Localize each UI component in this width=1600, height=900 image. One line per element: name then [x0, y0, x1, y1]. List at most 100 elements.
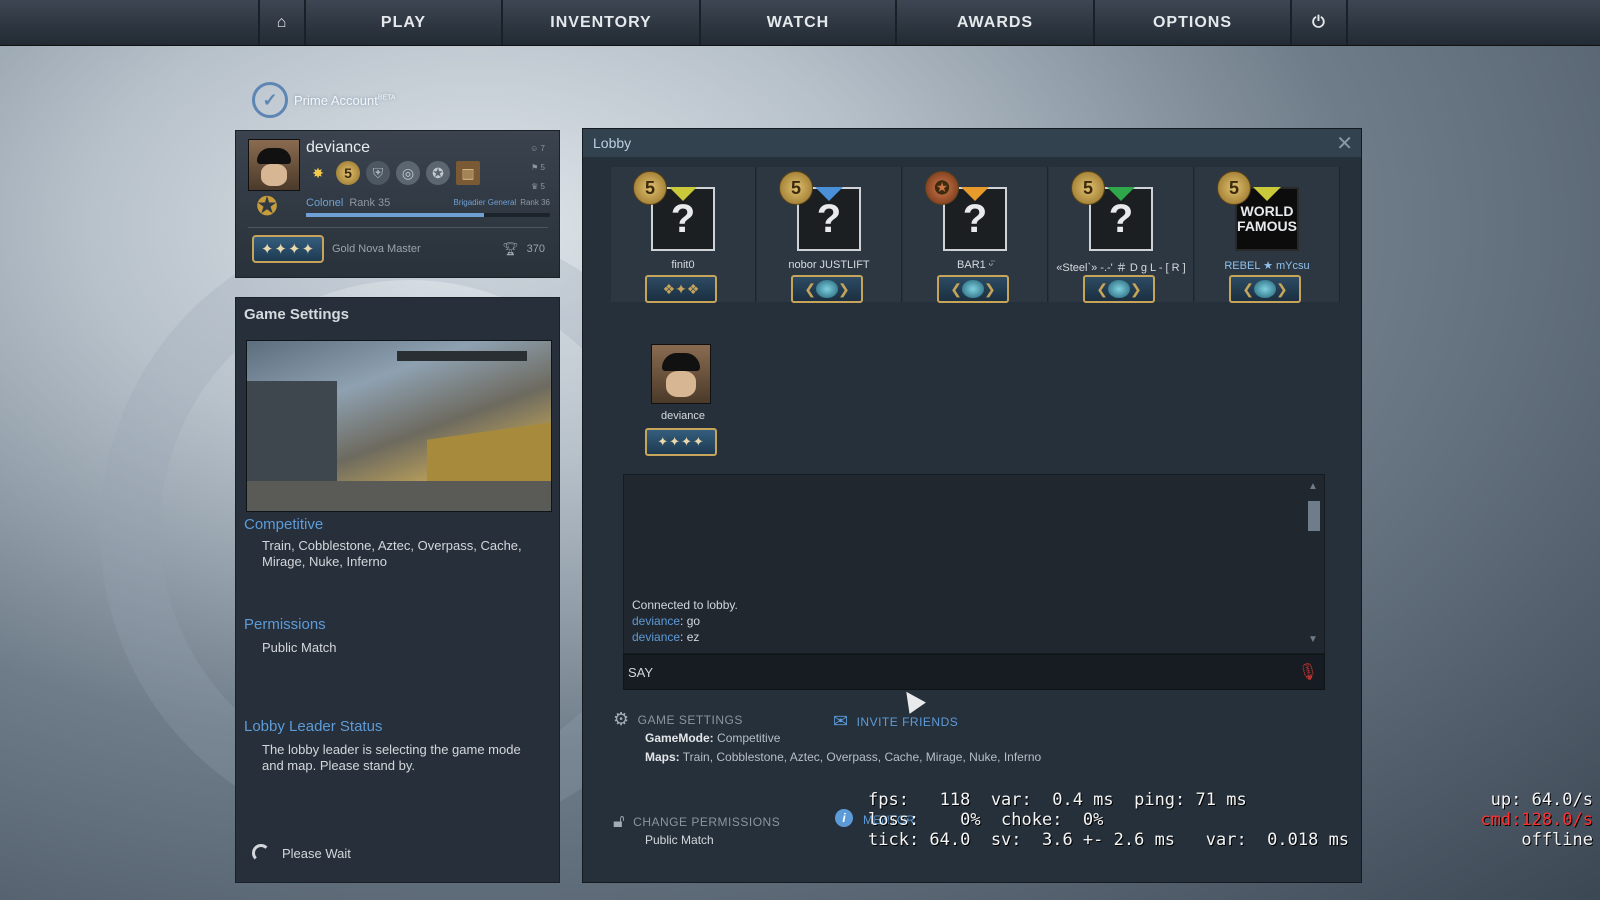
profile-stats: ☺ 7 ⚑ 5 ♛ 5 — [530, 139, 545, 196]
member-name: deviance — [660, 410, 706, 422]
net-up-rate: up: 64.0/s — [1490, 790, 1593, 810]
skill-rank-badge: ❮ ❯ — [1083, 275, 1155, 303]
profile-card: deviance ✸ 5 ⛨ ◎ ✪ ▥ ☺ 7 ⚑ 5 ♛ 5 ✪ Colon… — [235, 130, 560, 278]
rank-label: Rank 35 — [349, 197, 391, 209]
mode-heading: Competitive — [244, 516, 324, 533]
lobby-slot[interactable]: 5 ? «Steel`» -.-' ＃ D g L - [ R ] ❮ ❯ — [1049, 167, 1194, 303]
chat-log[interactable]: Connected to lobby. deviance: go devianc… — [623, 474, 1325, 654]
maps-key: Maps: — [645, 750, 680, 764]
scroll-up-icon[interactable]: ▲ — [1308, 481, 1318, 492]
medal-row: ✸ 5 ⛨ ◎ ✪ ▥ — [306, 161, 480, 185]
skill-group-name: Gold Nova Master — [332, 243, 421, 255]
home-button[interactable]: ⌂ — [258, 0, 306, 45]
leader-count: 5 — [540, 182, 545, 191]
slot-player-name: REBEL ★ mYcsu — [1224, 260, 1310, 272]
scroll-thumb[interactable] — [1308, 501, 1320, 531]
teacher-count: 5 — [540, 163, 545, 172]
map-list: Train, Cobblestone, Aztec, Overpass, Cac… — [262, 538, 522, 569]
please-wait: Please Wait — [252, 844, 351, 862]
lobby-header: Lobby ✕ — [583, 129, 1361, 157]
net-status: offline — [1521, 830, 1593, 850]
service-coin-icon[interactable]: 5 — [336, 161, 360, 185]
nav-inventory[interactable]: INVENTORY — [503, 0, 701, 45]
chat-line: Connected to lobby. — [632, 598, 738, 612]
prime-label: Prime AccountBETA — [294, 92, 396, 108]
nav-play[interactable]: PLAY — [306, 0, 503, 45]
map-coin-icon[interactable]: ▥ — [456, 161, 480, 185]
chat-input[interactable]: SAY 🎙︎ — [623, 654, 1325, 690]
close-icon[interactable]: ✕ — [1336, 131, 1353, 156]
service-coin-icon: 5 — [1071, 171, 1105, 205]
game-settings-button[interactable]: ⚙ GAME SETTINGS — [613, 709, 743, 730]
net-graph-line: fps: 118 var: 0.4 ms ping: 71 ms — [868, 790, 1247, 810]
lobby-title: Lobby — [593, 135, 632, 151]
lobby-slot[interactable]: ✪ ? BAR1 ᵕ̈ ❮ ❯ — [903, 167, 1048, 303]
permissions-heading: Permissions — [244, 616, 326, 633]
shield-medal-icon[interactable]: ⛨ — [366, 161, 390, 185]
globe-medal-icon[interactable]: ◎ — [396, 161, 420, 185]
game-settings-title: Game Settings — [244, 306, 350, 323]
net-graph-line: tick: 64.0 sv: 3.6 +- 2.6 ms var: 0.018 … — [868, 830, 1350, 850]
lobby-slot[interactable]: 5 ? nobor JUSTLIFT ❮ ❯ — [757, 167, 902, 303]
change-permissions-label: CHANGE PERMISSIONS — [633, 814, 781, 829]
chat-author[interactable]: deviance — [632, 614, 680, 628]
net-cmd-rate: cmd:128.0/s — [1480, 810, 1593, 830]
map-preview-image — [246, 340, 552, 512]
player-name: deviance — [306, 139, 371, 156]
operation-coin-icon: ✪ — [925, 171, 959, 205]
prime-account-badge: ✓ Prime AccountBETA — [252, 82, 396, 118]
star-medal-icon[interactable]: ✸ — [306, 161, 330, 185]
chat-scrollbar[interactable]: ▲ ▼ — [1308, 481, 1320, 645]
game-settings-label: GAME SETTINGS — [637, 712, 743, 727]
leader-status-heading: Lobby Leader Status — [244, 718, 383, 735]
trophy-count: 🏆︎ 370 — [502, 241, 545, 257]
skill-rank-badge: ❮ ❯ — [937, 275, 1009, 303]
rank-name: Colonel — [306, 197, 344, 209]
nav-options[interactable]: OPTIONS — [1095, 0, 1292, 45]
slot-player-name: nobor JUSTLIFT — [788, 259, 870, 271]
member-avatar — [651, 344, 711, 404]
member-skill-badge: ✦✦✦✦ — [645, 428, 717, 456]
friendly-icon: ☺ — [530, 144, 541, 153]
slot-player-name: «Steel`» -.-' ＃ D g L - [ R ] — [1056, 262, 1186, 274]
lobby-panel: Lobby ✕ 5 ? finit0 ❖✦❖ 5 ? nobor JUSTLIF… — [582, 128, 1362, 883]
scroll-down-icon[interactable]: ▼ — [1308, 634, 1318, 645]
top-nav: ⌂ PLAY INVENTORY WATCH AWARDS OPTIONS ⏻ — [0, 0, 1600, 46]
gear-icon: ⚙ — [613, 709, 630, 729]
change-permissions-button[interactable]: 🔓︎ CHANGE PERMISSIONS — [613, 811, 780, 832]
power-button[interactable]: ⏻ — [1292, 0, 1348, 45]
teacher-icon: ⚑ — [531, 163, 541, 172]
slot-player-name: finit0 — [671, 259, 695, 271]
info-icon[interactable]: i — [835, 809, 853, 827]
invite-friends-label: INVITE FRIENDS — [856, 714, 959, 729]
divider — [248, 227, 548, 228]
home-icon: ⌂ — [276, 13, 288, 31]
prime-icon: ✓ — [252, 82, 288, 118]
gamemode-value: Competitive — [717, 731, 781, 745]
xp-progress-bar — [306, 213, 550, 217]
lobby-slot[interactable]: 5 WORLD FAMOUS REBEL ★ mYcsu ❮ ❯ — [1195, 167, 1340, 303]
slot-player-name: BAR1 ᵕ̈ — [957, 259, 993, 271]
game-settings-panel: Game Settings Competitive Train, Cobbles… — [235, 297, 560, 883]
lobby-slot[interactable]: 5 ? finit0 ❖✦❖ — [611, 167, 756, 303]
spinner-icon — [252, 844, 270, 862]
chat-author[interactable]: deviance — [632, 630, 680, 644]
avatar[interactable] — [248, 139, 300, 191]
maps-value: Train, Cobblestone, Aztec, Overpass, Cac… — [682, 750, 1042, 764]
next-rank-label: Rank 36 — [520, 198, 550, 207]
service-coin-icon: 5 — [1217, 171, 1251, 205]
skill-rank-badge: ❮ ❯ — [791, 275, 863, 303]
nav-watch[interactable]: WATCH — [701, 0, 897, 45]
skill-group-badge[interactable]: ✦✦✦✦ — [252, 235, 324, 263]
net-graph-line: loss: 0% choke: 0% — [868, 810, 1104, 830]
microphone-icon[interactable]: 🎙︎ — [1298, 662, 1318, 682]
game-info: GameMode: Competitive Maps: Train, Cobbl… — [645, 729, 1045, 767]
leader-status-text: The lobby leader is selecting the game m… — [262, 742, 521, 773]
leader-icon: ♛ — [531, 182, 541, 191]
service-coin-icon: 5 — [633, 171, 667, 205]
skill-rank-badge: ❖✦❖ — [645, 275, 717, 303]
operation-coin-icon[interactable]: ✪ — [426, 161, 450, 185]
power-icon: ⏻ — [1312, 13, 1326, 31]
nav-awards[interactable]: AWARDS — [897, 0, 1095, 45]
trophy-icon: 🏆︎ — [502, 241, 519, 256]
